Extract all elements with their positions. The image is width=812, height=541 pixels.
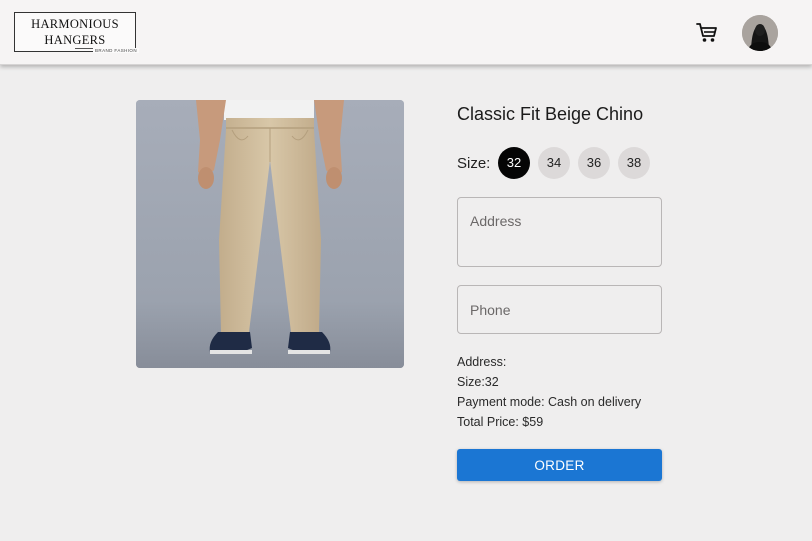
- size-option-38[interactable]: 38: [618, 147, 650, 179]
- summary-size: Size:32: [457, 375, 499, 389]
- product-title: Classic Fit Beige Chino: [457, 104, 644, 124]
- logo-line-2: HANGERS: [44, 33, 106, 47]
- user-avatar[interactable]: [742, 15, 778, 51]
- beige-chino-photo: [136, 100, 404, 368]
- summary-total-price: Total Price: $59: [457, 415, 544, 429]
- brand-logo[interactable]: HARMONIOUS HANGERS BRAND FASHION: [14, 12, 139, 53]
- shopping-cart-icon: [696, 23, 717, 42]
- product-image: [136, 100, 404, 368]
- phone-input[interactable]: [458, 286, 661, 333]
- logo-line-1: HARMONIOUS: [31, 17, 119, 31]
- size-option-36[interactable]: 36: [578, 147, 610, 179]
- app-header: HARMONIOUS HANGERS BRAND FASHION: [0, 0, 812, 65]
- summary-address: Address:: [457, 355, 507, 369]
- phone-field: [457, 285, 662, 334]
- address-input[interactable]: [458, 198, 661, 266]
- summary-payment-mode: Payment mode: Cash on delivery: [457, 395, 642, 409]
- user-avatar-icon: [742, 15, 778, 51]
- logo-tagline: BRAND FASHION: [93, 48, 139, 53]
- size-option-34[interactable]: 34: [538, 147, 570, 179]
- order-summary: Address: Size:32 Payment mode: Cash on d…: [457, 352, 641, 432]
- order-button[interactable]: ORDER: [457, 449, 662, 481]
- cart-button[interactable]: [695, 22, 719, 44]
- size-option-32[interactable]: 32: [498, 147, 530, 179]
- address-field: [457, 197, 662, 267]
- size-label: Size:: [457, 155, 491, 172]
